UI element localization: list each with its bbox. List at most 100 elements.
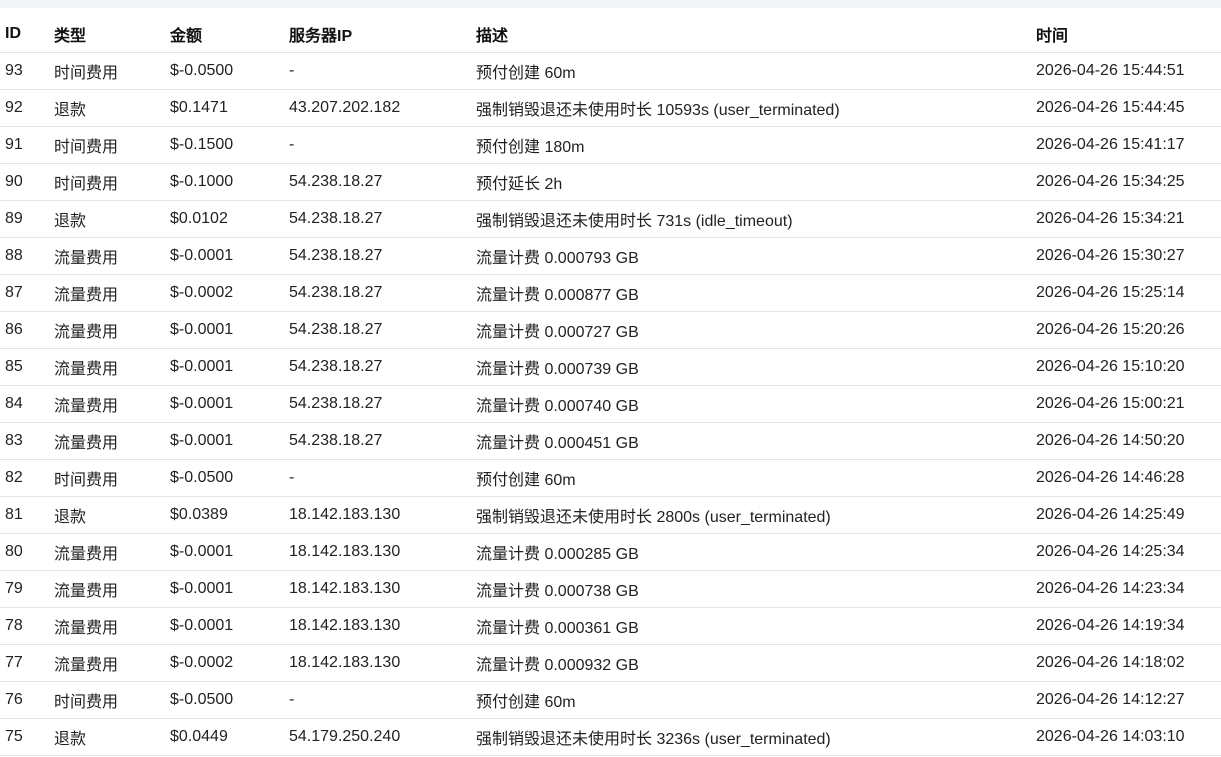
table-row: 87 流量费用 $-0.0002 54.238.18.27 流量计费 0.000877 … — [0, 274, 1221, 312]
cell-description: 流量计费 0.000932 GB — [471, 644, 1031, 682]
cell-type: 退款 — [49, 89, 165, 127]
cell-type: 流量费用 — [49, 385, 165, 423]
cell-amount: $-0.0500 — [165, 52, 284, 90]
cell-time: 2026-04-26 14:23:34 — [1031, 570, 1221, 608]
cell-server-ip: 43.207.202.182 — [284, 89, 471, 127]
table-header: ID 类型 金额 服务器IP 描述 时间 — [0, 16, 1221, 53]
cell-description: 预付延长 2h — [471, 163, 1031, 201]
header-row: ID 类型 金额 服务器IP 描述 时间 — [0, 16, 1221, 53]
cell-type: 退款 — [49, 718, 165, 756]
cell-server-ip: 54.238.18.27 — [284, 274, 471, 312]
cell-server-ip: - — [284, 681, 471, 719]
top-strip — [0, 0, 1221, 8]
cell-id: 83 — [0, 422, 49, 460]
cell-server-ip: 18.142.183.130 — [284, 533, 471, 571]
cell-description: 流量计费 0.000740 GB — [471, 385, 1031, 423]
cell-description: 强制销毁退还未使用时长 3236s (user_terminated) — [471, 718, 1031, 756]
cell-server-ip: 54.238.18.27 — [284, 311, 471, 349]
table-row: 92 退款 $0.1471 43.207.202.182 强制销毁退还未使用时长 105… — [0, 89, 1221, 127]
cell-time: 2026-04-26 15:44:51 — [1031, 52, 1221, 90]
cell-amount: $-0.0002 — [165, 644, 284, 682]
transactions-table: ID 类型 金额 服务器IP 描述 时间 93 时间费用 $-0.0500- 预付创建… — [0, 16, 1221, 756]
cell-time: 2026-04-26 14:25:34 — [1031, 533, 1221, 571]
cell-server-ip: 54.238.18.27 — [284, 200, 471, 238]
cell-description: 强制销毁退还未使用时长 2800s (user_terminated) — [471, 496, 1031, 534]
cell-id: 79 — [0, 570, 49, 608]
cell-type: 时间费用 — [49, 459, 165, 497]
cell-type: 时间费用 — [49, 52, 165, 90]
cell-id: 81 — [0, 496, 49, 534]
cell-id: 91 — [0, 126, 49, 164]
cell-amount: $-0.0001 — [165, 570, 284, 608]
table-row: 82 时间费用 $-0.0500- 预付创建 60m 2026-04-26 14:46:… — [0, 459, 1221, 497]
cell-amount: $-0.1000 — [165, 163, 284, 201]
cell-time: 2026-04-26 15:10:20 — [1031, 348, 1221, 386]
cell-server-ip: 54.179.250.240 — [284, 718, 471, 756]
cell-description: 强制销毁退还未使用时长 731s (idle_timeout) — [471, 200, 1031, 238]
table-row: 77 流量费用 $-0.0002 18.142.183.130 流量计费 0.00093… — [0, 644, 1221, 682]
table-row: 89 退款 $0.0102 54.238.18.27 强制销毁退还未使用时长 731s … — [0, 200, 1221, 238]
cell-amount: $-0.0001 — [165, 237, 284, 275]
cell-description: 流量计费 0.000738 GB — [471, 570, 1031, 608]
cell-time: 2026-04-26 14:12:27 — [1031, 681, 1221, 719]
cell-type: 时间费用 — [49, 163, 165, 201]
table-row: 85 流量费用 $-0.0001 54.238.18.27 流量计费 0.000739 … — [0, 348, 1221, 386]
cell-description: 流量计费 0.000361 GB — [471, 607, 1031, 645]
cell-description: 预付创建 60m — [471, 52, 1031, 90]
cell-description: 流量计费 0.000877 GB — [471, 274, 1031, 312]
cell-time: 2026-04-26 15:44:45 — [1031, 89, 1221, 127]
table-row: 78 流量费用 $-0.0001 18.142.183.130 流量计费 0.00036… — [0, 607, 1221, 645]
cell-description: 流量计费 0.000727 GB — [471, 311, 1031, 349]
cell-time: 2026-04-26 14:50:20 — [1031, 422, 1221, 460]
cell-id: 80 — [0, 533, 49, 571]
cell-server-ip: 54.238.18.27 — [284, 422, 471, 460]
cell-amount: $-0.0001 — [165, 348, 284, 386]
cell-time: 2026-04-26 14:03:10 — [1031, 718, 1221, 756]
table-row: 79 流量费用 $-0.0001 18.142.183.130 流量计费 0.00073… — [0, 570, 1221, 608]
cell-id: 77 — [0, 644, 49, 682]
table-row: 84 流量费用 $-0.0001 54.238.18.27 流量计费 0.000740 … — [0, 385, 1221, 423]
table-row: 93 时间费用 $-0.0500- 预付创建 60m 2026-04-26 15:44:… — [0, 52, 1221, 90]
cell-id: 88 — [0, 237, 49, 275]
cell-type: 流量费用 — [49, 570, 165, 608]
cell-description: 流量计费 0.000739 GB — [471, 348, 1031, 386]
cell-description: 强制销毁退还未使用时长 10593s (user_terminated) — [471, 89, 1031, 127]
cell-type: 退款 — [49, 200, 165, 238]
header-type: 类型 — [49, 16, 165, 53]
cell-amount: $-0.0001 — [165, 533, 284, 571]
cell-id: 76 — [0, 681, 49, 719]
cell-description: 流量计费 0.000285 GB — [471, 533, 1031, 571]
cell-id: 93 — [0, 52, 49, 90]
cell-amount: $-0.0002 — [165, 274, 284, 312]
cell-amount: $-0.1500 — [165, 126, 284, 164]
cell-amount: $0.0389 — [165, 496, 284, 534]
table-row: 81 退款 $0.0389 18.142.183.130 强制销毁退还未使用时长 280… — [0, 496, 1221, 534]
cell-server-ip: 18.142.183.130 — [284, 607, 471, 645]
cell-type: 流量费用 — [49, 422, 165, 460]
cell-description: 预付创建 180m — [471, 126, 1031, 164]
cell-type: 流量费用 — [49, 607, 165, 645]
cell-description: 预付创建 60m — [471, 459, 1031, 497]
table-row: 88 流量费用 $-0.0001 54.238.18.27 流量计费 0.000793 … — [0, 237, 1221, 275]
cell-server-ip: 18.142.183.130 — [284, 570, 471, 608]
cell-amount: $-0.0500 — [165, 459, 284, 497]
header-amount: 金额 — [165, 16, 284, 53]
cell-amount: $-0.0001 — [165, 422, 284, 460]
cell-server-ip: 54.238.18.27 — [284, 385, 471, 423]
cell-id: 78 — [0, 607, 49, 645]
cell-time: 2026-04-26 15:30:27 — [1031, 237, 1221, 275]
table-row: 86 流量费用 $-0.0001 54.238.18.27 流量计费 0.000727 … — [0, 311, 1221, 349]
cell-server-ip: - — [284, 459, 471, 497]
cell-time: 2026-04-26 14:18:02 — [1031, 644, 1221, 682]
cell-type: 流量费用 — [49, 311, 165, 349]
cell-time: 2026-04-26 15:25:14 — [1031, 274, 1221, 312]
cell-amount: $0.0449 — [165, 718, 284, 756]
table-row: 76 时间费用 $-0.0500- 预付创建 60m 2026-04-26 14:12:… — [0, 681, 1221, 719]
cell-type: 时间费用 — [49, 126, 165, 164]
cell-description: 流量计费 0.000793 GB — [471, 237, 1031, 275]
cell-type: 流量费用 — [49, 348, 165, 386]
cell-id: 84 — [0, 385, 49, 423]
cell-time: 2026-04-26 14:46:28 — [1031, 459, 1221, 497]
table-body: 93 时间费用 $-0.0500- 预付创建 60m 2026-04-26 15:44:… — [0, 52, 1221, 756]
cell-amount: $-0.0500 — [165, 681, 284, 719]
